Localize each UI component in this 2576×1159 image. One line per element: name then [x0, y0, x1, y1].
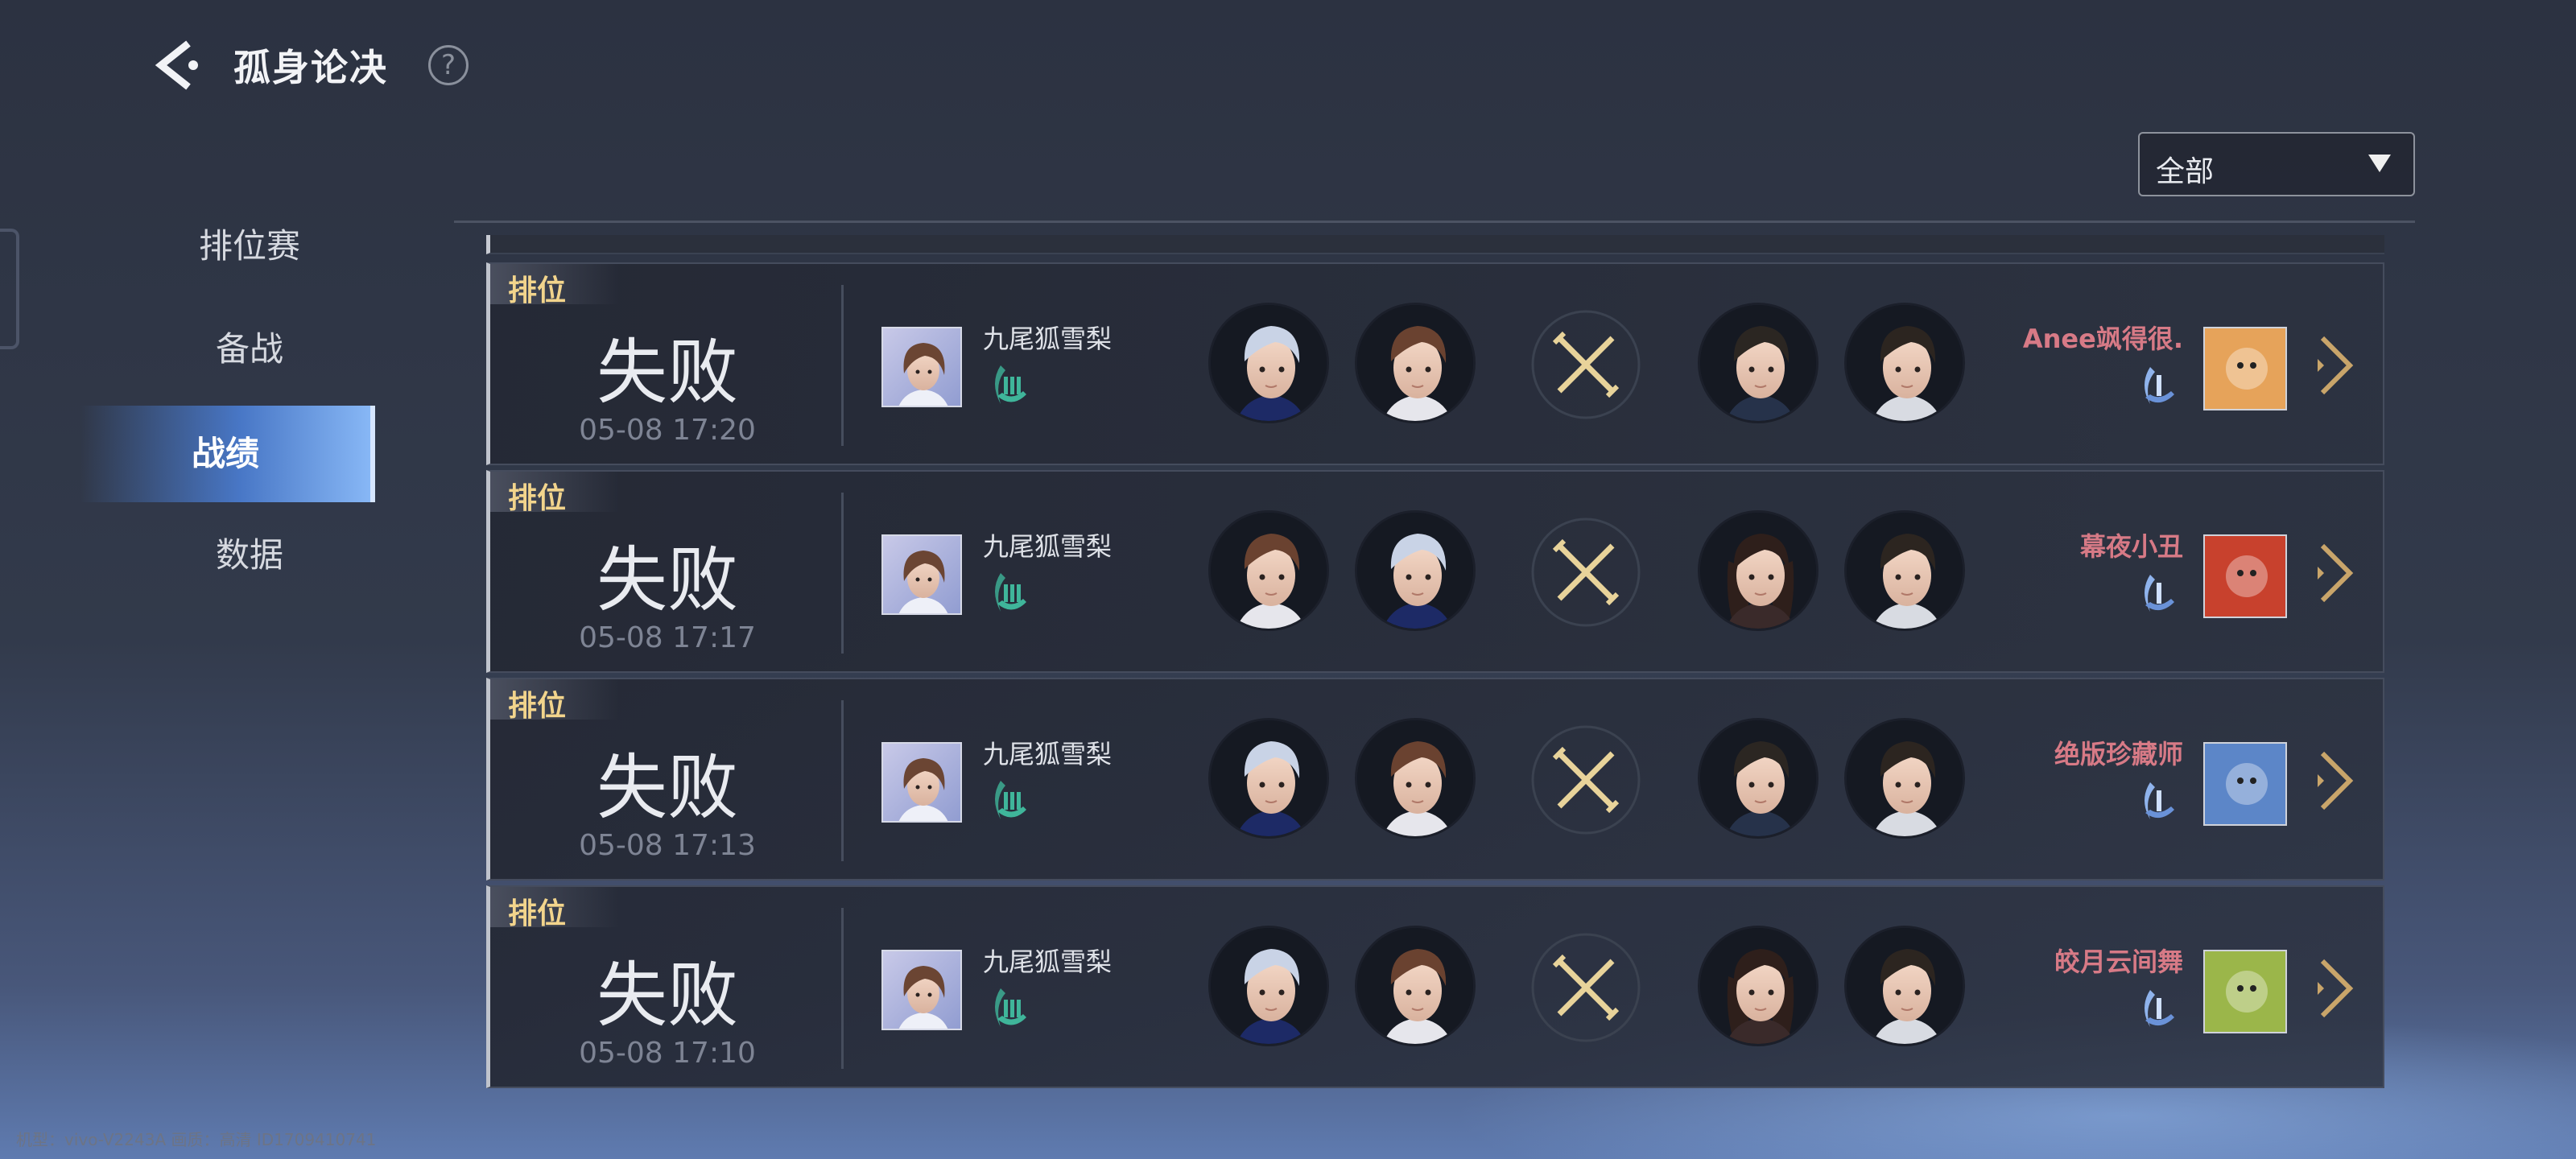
versus-icon: [1527, 514, 1645, 631]
ranked-badge: 排位: [490, 264, 619, 307]
player-name: 九尾狐雪梨: [983, 531, 1113, 562]
opponent-rank-icon: [2132, 982, 2184, 1033]
player-avatar[interactable]: [881, 742, 962, 823]
match-list[interactable]: 排位 失败 05-08 17:20 九尾狐雪梨 Anee飒得很. 排位 失败 05-08 17…: [486, 235, 2384, 1088]
player-avatar[interactable]: [881, 534, 962, 615]
device-info: 机型：vivo-V2243A 画质：高清 ID1709410741: [16, 1130, 377, 1149]
player-rank-icon: [985, 774, 1036, 826]
match-time: 05-08 17:10: [579, 1037, 756, 1070]
badge-label: 排位: [508, 690, 567, 723]
match-row[interactable]: 排位 失败 05-08 17:13 九尾狐雪梨 绝版珍藏师: [486, 678, 2384, 881]
filter-dropdown[interactable]: 全部: [2138, 132, 2415, 196]
my-hero-2-avatar: [1355, 303, 1476, 423]
opp-hero-1-avatar: [1698, 718, 1818, 839]
opponent-rank-icon: [2132, 567, 2184, 618]
ranked-badge: 排位: [490, 472, 619, 515]
row-divider: [841, 908, 844, 1069]
player-rank-icon: [985, 567, 1036, 618]
opponent-name: 幕夜小丑: [2079, 531, 2183, 562]
opp-hero-2-avatar: [1844, 510, 1965, 631]
my-hero-1-avatar: [1208, 718, 1329, 839]
badge-label: 排位: [508, 897, 567, 930]
versus-icon: [1527, 929, 1645, 1046]
ranked-badge: 排位: [490, 679, 619, 723]
row-divider: [841, 285, 844, 446]
page-title: 孤身论决: [233, 46, 388, 89]
match-row[interactable]: 排位 失败 05-08 17:20 九尾狐雪梨 Anee飒得很.: [486, 262, 2384, 465]
my-hero-1-avatar: [1208, 303, 1329, 423]
player-rank-icon: [985, 982, 1036, 1033]
opp-hero-2-avatar: [1844, 926, 1965, 1046]
help-icon[interactable]: ?: [428, 45, 469, 85]
my-hero-2-avatar: [1355, 718, 1476, 839]
header-divider: [454, 221, 2415, 223]
my-hero-1-avatar: [1208, 926, 1329, 1046]
player-name: 九尾狐雪梨: [983, 947, 1113, 977]
match-time: 05-08 17:20: [579, 414, 756, 447]
player-name: 九尾狐雪梨: [983, 739, 1113, 769]
opponent-name: 皎月云间舞: [2054, 947, 2183, 977]
versus-icon: [1527, 721, 1645, 839]
filter-selected-value: 全部: [2156, 155, 2215, 188]
back-button[interactable]: [150, 37, 206, 93]
chevron-right-icon[interactable]: [2311, 541, 2359, 605]
ranked-badge: 排位: [490, 887, 619, 930]
chevron-right-icon[interactable]: [2311, 749, 2359, 813]
versus-icon: [1527, 306, 1645, 423]
my-hero-2-avatar: [1355, 926, 1476, 1046]
player-rank-icon: [985, 359, 1036, 410]
opponent-name: 绝版珍藏师: [2054, 739, 2183, 769]
chevron-right-icon[interactable]: [2311, 333, 2359, 398]
my-hero-1-avatar: [1208, 510, 1329, 631]
my-hero-2-avatar: [1355, 510, 1476, 631]
player-avatar[interactable]: [881, 950, 962, 1030]
opponent-avatar[interactable]: [2203, 950, 2287, 1033]
badge-label: 排位: [508, 482, 567, 515]
sidebar-item-prepare[interactable]: 备战: [80, 301, 419, 398]
match-time: 05-08 17:13: [579, 829, 756, 862]
player-name: 九尾狐雪梨: [983, 324, 1113, 354]
opp-hero-2-avatar: [1844, 718, 1965, 839]
dropdown-triangle-icon: [2368, 155, 2391, 172]
opp-hero-1-avatar: [1698, 510, 1818, 631]
row-divider: [841, 493, 844, 654]
badge-label: 排位: [508, 274, 567, 307]
opponent-rank-icon: [2132, 774, 2184, 826]
list-scroll-edge: [486, 235, 2384, 254]
opp-hero-1-avatar: [1698, 303, 1818, 423]
match-row[interactable]: 排位 失败 05-08 17:17 九尾狐雪梨 幕夜小丑: [486, 470, 2384, 673]
opponent-avatar[interactable]: [2203, 327, 2287, 410]
opponent-name: Anee飒得很.: [2022, 324, 2183, 354]
match-time: 05-08 17:17: [579, 621, 756, 654]
sidebar-item-data[interactable]: 数据: [80, 507, 419, 604]
row-divider: [841, 700, 844, 861]
sidebar-item-ranked[interactable]: 排位赛: [80, 198, 419, 295]
opp-hero-1-avatar: [1698, 926, 1818, 1046]
opp-hero-2-avatar: [1844, 303, 1965, 423]
chevron-right-icon[interactable]: [2311, 956, 2359, 1021]
side-frame-decoration: [0, 229, 19, 349]
match-row[interactable]: 排位 失败 05-08 17:10 九尾狐雪梨 皎月云间舞: [486, 885, 2384, 1088]
match-result: 失败: [596, 538, 738, 621]
opponent-rank-icon: [2132, 359, 2184, 410]
back-arrow-icon: [155, 40, 198, 90]
opponent-avatar[interactable]: [2203, 742, 2287, 826]
player-avatar[interactable]: [881, 327, 962, 407]
opponent-avatar[interactable]: [2203, 534, 2287, 618]
match-result: 失败: [596, 331, 738, 414]
match-result: 失败: [596, 954, 738, 1037]
sidebar-item-record[interactable]: 战绩: [80, 406, 375, 502]
match-result: 失败: [596, 746, 738, 829]
